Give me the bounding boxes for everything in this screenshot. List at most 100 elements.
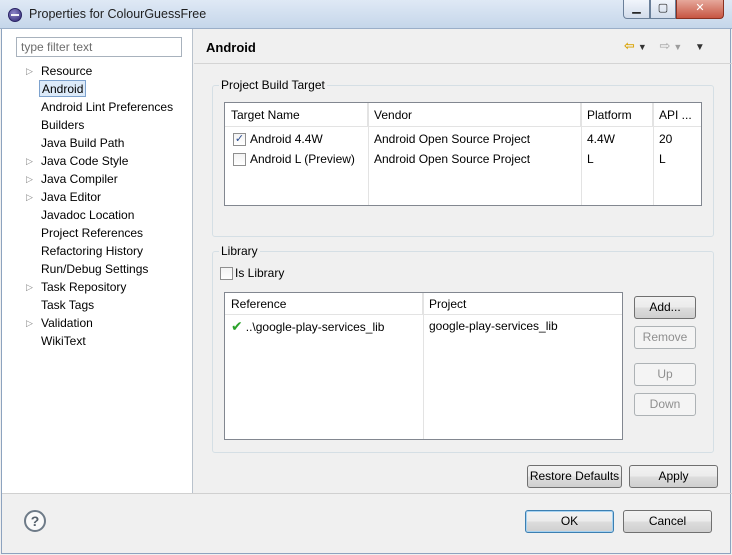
tree-item-label[interactable]: Project References — [39, 224, 145, 242]
api-cell: L — [659, 152, 666, 166]
tree-item-label[interactable]: Refactoring History — [39, 242, 145, 260]
window-title: Properties for ColourGuessFree — [29, 7, 207, 21]
tree-item-label[interactable]: Run/Debug Settings — [39, 260, 150, 278]
tree-item-javadoc-location[interactable]: Javadoc Location — [2, 206, 192, 224]
minimize-button[interactable]: ▁ — [623, 0, 650, 19]
vendor-cell: Android Open Source Project — [374, 132, 531, 146]
tree-item-resource[interactable]: ▷ Resource — [2, 62, 192, 80]
column-header-reference[interactable]: Reference — [225, 293, 423, 314]
remove-button[interactable]: Remove — [634, 326, 696, 349]
expand-icon[interactable]: ▷ — [26, 278, 36, 296]
property-page-tree: ▷ Resource Android Android Lint Preferen… — [2, 62, 192, 350]
tree-item-label[interactable]: Java Editor — [39, 188, 103, 206]
is-library-label[interactable]: Is Library — [235, 266, 284, 280]
expand-icon[interactable]: ▷ — [26, 170, 36, 188]
tree-item-label[interactable]: Task Tags — [39, 296, 96, 314]
tree-item-label[interactable]: Resource — [39, 62, 94, 80]
tree-item-label[interactable]: Javadoc Location — [39, 206, 136, 224]
page-title: Android — [206, 40, 256, 55]
tree-item-java-build-path[interactable]: Java Build Path — [2, 134, 192, 152]
down-button[interactable]: Down — [634, 393, 696, 416]
back-history-dropdown-icon[interactable]: ▼ — [638, 42, 647, 52]
column-divider — [368, 103, 369, 205]
tree-item-refactoring-history[interactable]: Refactoring History — [2, 242, 192, 260]
tree-item-label[interactable]: Android — [39, 80, 87, 97]
dialog-body: ▷ Resource Android Android Lint Preferen… — [1, 29, 732, 554]
reference-cell: ✔ ..\google-play-services_lib — [225, 318, 423, 335]
tree-item-label[interactable]: Validation — [39, 314, 95, 332]
tree-item-wikitext[interactable]: WikiText — [2, 332, 192, 350]
target-checkbox[interactable]: ✓ — [233, 133, 246, 147]
tree-item-label[interactable]: Java Code Style — [39, 152, 130, 170]
vendor-cell: Android Open Source Project — [374, 152, 531, 166]
column-header-vendor[interactable]: Vendor — [368, 103, 581, 126]
apply-button[interactable]: Apply — [629, 465, 718, 488]
ok-check-icon: ✔ — [231, 317, 243, 334]
tree-item-builders[interactable]: Builders — [2, 116, 192, 134]
build-target-table[interactable]: Target Name Vendor Platform API ... ✓ And… — [224, 102, 702, 206]
close-button[interactable]: ✕ — [676, 0, 724, 19]
help-icon[interactable]: ? — [24, 510, 46, 532]
filter-input[interactable] — [16, 37, 182, 57]
maximize-button[interactable]: ▢ — [650, 0, 676, 19]
cancel-button[interactable]: Cancel — [623, 510, 712, 533]
tree-item-validation[interactable]: ▷ Validation — [2, 314, 192, 332]
tree-item-run-debug-settings[interactable]: Run/Debug Settings — [2, 260, 192, 278]
column-header-platform[interactable]: Platform — [581, 103, 653, 126]
target-name-cell: ✓ Android 4.4W — [225, 132, 368, 147]
checkbox-box[interactable] — [220, 267, 233, 281]
platform-cell: L — [587, 152, 594, 166]
title-bar: Properties for ColourGuessFree ▁ ▢ ✕ — [0, 0, 732, 29]
tree-item-java-editor[interactable]: ▷ Java Editor — [2, 188, 192, 206]
tree-item-android[interactable]: Android — [2, 80, 192, 98]
table-row[interactable]: Android L (Preview) Android Open Source … — [225, 149, 701, 169]
tree-item-label[interactable]: Task Repository — [39, 278, 128, 296]
tree-item-label[interactable]: Java Compiler — [39, 170, 120, 188]
target-checkbox[interactable] — [233, 153, 246, 167]
eclipse-icon — [8, 8, 22, 22]
api-cell: 20 — [659, 132, 673, 146]
column-divider — [423, 293, 424, 439]
tree-item-label[interactable]: Java Build Path — [39, 134, 126, 152]
expand-icon[interactable]: ▷ — [26, 62, 36, 80]
add-button[interactable]: Add... — [634, 296, 696, 319]
column-divider — [653, 103, 654, 205]
group-label: Project Build Target — [219, 78, 327, 92]
column-header-api[interactable]: API ... — [653, 103, 701, 126]
header-separator — [194, 63, 732, 64]
target-name: Android L (Preview) — [250, 151, 355, 166]
reference-path: ..\google-play-services_lib — [245, 319, 385, 334]
tree-item-task-repository[interactable]: ▷ Task Repository — [2, 278, 192, 296]
page-navigation: ⇦ ▼ ⇨ ▼ ▼ — [624, 38, 708, 56]
group-label: Library — [219, 244, 260, 258]
tree-item-label[interactable]: Builders — [39, 116, 86, 134]
tree-item-android-lint-preferences[interactable]: Android Lint Preferences — [2, 98, 192, 116]
tree-item-project-references[interactable]: Project References — [2, 224, 192, 242]
ok-button[interactable]: OK — [525, 510, 614, 533]
table-row[interactable]: ✓ Android 4.4W Android Open Source Projec… — [225, 129, 701, 149]
project-cell: google-play-services_lib — [429, 319, 558, 333]
up-button[interactable]: Up — [634, 363, 696, 386]
library-references-table[interactable]: Reference Project ✔ ..\google-play-servic… — [224, 292, 623, 440]
table-header: Target Name Vendor Platform API ... — [225, 103, 701, 127]
tree-item-label[interactable]: WikiText — [39, 332, 88, 350]
tree-item-java-compiler[interactable]: ▷ Java Compiler — [2, 170, 192, 188]
platform-cell: 4.4W — [587, 132, 616, 146]
restore-defaults-button[interactable]: Restore Defaults — [527, 465, 622, 488]
expand-icon[interactable]: ▷ — [26, 188, 36, 206]
column-header-target-name[interactable]: Target Name — [225, 103, 368, 126]
tree-item-task-tags[interactable]: Task Tags — [2, 296, 192, 314]
tree-item-java-code-style[interactable]: ▷ Java Code Style — [2, 152, 192, 170]
expand-icon[interactable]: ▷ — [26, 152, 36, 170]
view-menu-icon[interactable]: ▼ — [695, 42, 705, 53]
forward-arrow-icon[interactable]: ⇨ — [659, 38, 670, 54]
column-header-project[interactable]: Project — [423, 293, 622, 314]
forward-history-dropdown-icon[interactable]: ▼ — [673, 42, 682, 52]
expand-icon[interactable]: ▷ — [26, 314, 36, 332]
property-page-tree-pane: ▷ Resource Android Android Lint Preferen… — [2, 29, 193, 493]
column-divider — [581, 103, 582, 205]
back-arrow-icon[interactable]: ⇦ — [624, 38, 635, 54]
target-name-cell: Android L (Preview) — [225, 151, 368, 167]
tree-item-label[interactable]: Android Lint Preferences — [39, 98, 175, 116]
is-library-checkbox[interactable]: Is Library — [220, 265, 284, 281]
